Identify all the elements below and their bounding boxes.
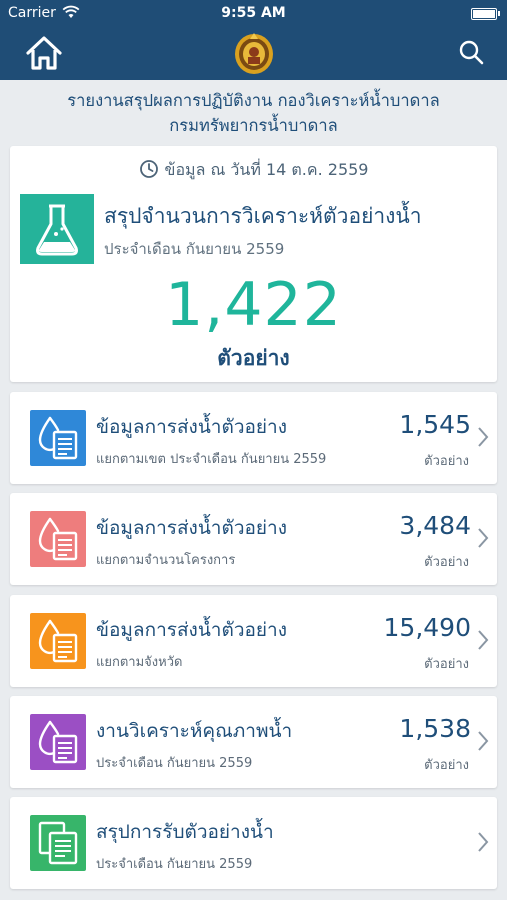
report-heading-line1: รายงานสรุปผลการปฏิบัติงาน กองวิเคราะห์น้… bbox=[67, 91, 440, 110]
search-icon[interactable] bbox=[457, 38, 485, 66]
data-date-row: ข้อมูล ณ วันที่ 14 ต.ค. 2559 bbox=[10, 158, 497, 183]
item-title: งานวิเคราะห์คุณภาพน้ำ bbox=[96, 720, 293, 742]
flask-icon bbox=[20, 194, 94, 264]
item-value: 15,490 bbox=[383, 613, 471, 642]
item-subtitle: แยกตามจำนวนโครงการ bbox=[96, 553, 236, 568]
report-heading-line2: กรมทรัพยากรน้ำบาดาล bbox=[169, 116, 338, 135]
list-item[interactable]: ข้อมูลการส่งน้ำตัวอย่าง แยกตามเขต ประจำเ… bbox=[10, 392, 497, 484]
chevron-right-icon bbox=[478, 630, 489, 650]
chevron-right-icon bbox=[478, 731, 489, 751]
summary-value: 1,422 bbox=[165, 270, 342, 340]
data-date-text: ข้อมูล ณ วันที่ 14 ต.ค. 2559 bbox=[164, 160, 369, 179]
water-drop-document-icon bbox=[30, 613, 86, 669]
chevron-right-icon bbox=[478, 528, 489, 548]
item-unit: ตัวอย่าง bbox=[424, 657, 469, 672]
nav-bar bbox=[0, 28, 507, 80]
item-title: ข้อมูลการส่งน้ำตัวอย่าง bbox=[96, 416, 287, 438]
report-heading: รายงานสรุปผลการปฏิบัติงาน กองวิเคราะห์น้… bbox=[0, 88, 507, 138]
summary-title: สรุปจำนวนการวิเคราะห์ตัวอย่างน้ำ bbox=[104, 204, 422, 228]
battery-icon bbox=[471, 8, 500, 20]
emblem-logo bbox=[235, 33, 273, 74]
water-drop-document-icon bbox=[30, 410, 86, 466]
list-item[interactable]: งานวิเคราะห์คุณภาพน้ำ ประจำเดือน กันยายน… bbox=[10, 696, 497, 788]
summary-unit: ตัวอย่าง bbox=[217, 346, 290, 370]
item-subtitle: แยกตามจังหวัด bbox=[96, 655, 183, 670]
item-unit: ตัวอย่าง bbox=[424, 758, 469, 773]
chevron-right-icon bbox=[478, 832, 489, 852]
list-item[interactable]: ข้อมูลการส่งน้ำตัวอย่าง แยกตามจังหวัด 15… bbox=[10, 595, 497, 687]
item-title: สรุปการรับตัวอย่างน้ำ bbox=[96, 821, 274, 843]
chevron-right-icon bbox=[478, 427, 489, 447]
item-value: 1,538 bbox=[399, 714, 471, 743]
summary-period: ประจำเดือน กันยายน 2559 bbox=[104, 240, 285, 258]
clock-icon bbox=[139, 160, 158, 178]
item-unit: ตัวอย่าง bbox=[424, 555, 469, 570]
water-drop-document-icon bbox=[30, 714, 86, 770]
item-subtitle: แยกตามเขต ประจำเดือน กันยายน 2559 bbox=[96, 452, 327, 467]
summary-card: ข้อมูล ณ วันที่ 14 ต.ค. 2559 สรุปจำนวนกา… bbox=[10, 146, 497, 382]
item-title: ข้อมูลการส่งน้ำตัวอย่าง bbox=[96, 517, 287, 539]
item-unit: ตัวอย่าง bbox=[424, 454, 469, 469]
item-subtitle: ประจำเดือน กันยายน 2559 bbox=[96, 857, 253, 872]
clock-time: 9:55 AM bbox=[221, 5, 286, 21]
list-item[interactable]: ข้อมูลการส่งน้ำตัวอย่าง แยกตามจำนวนโครงก… bbox=[10, 493, 497, 585]
item-subtitle: ประจำเดือน กันยายน 2559 bbox=[96, 756, 253, 771]
status-bar: Carrier 9:55 AM bbox=[0, 0, 507, 28]
list-item[interactable]: สรุปการรับตัวอย่างน้ำ ประจำเดือน กันยายน… bbox=[10, 797, 497, 889]
water-drop-document-icon bbox=[30, 511, 86, 567]
item-value: 3,484 bbox=[399, 511, 471, 540]
item-title: ข้อมูลการส่งน้ำตัวอย่าง bbox=[96, 619, 287, 641]
home-icon[interactable] bbox=[24, 34, 64, 72]
documents-icon bbox=[30, 815, 86, 871]
item-value: 1,545 bbox=[399, 410, 471, 439]
